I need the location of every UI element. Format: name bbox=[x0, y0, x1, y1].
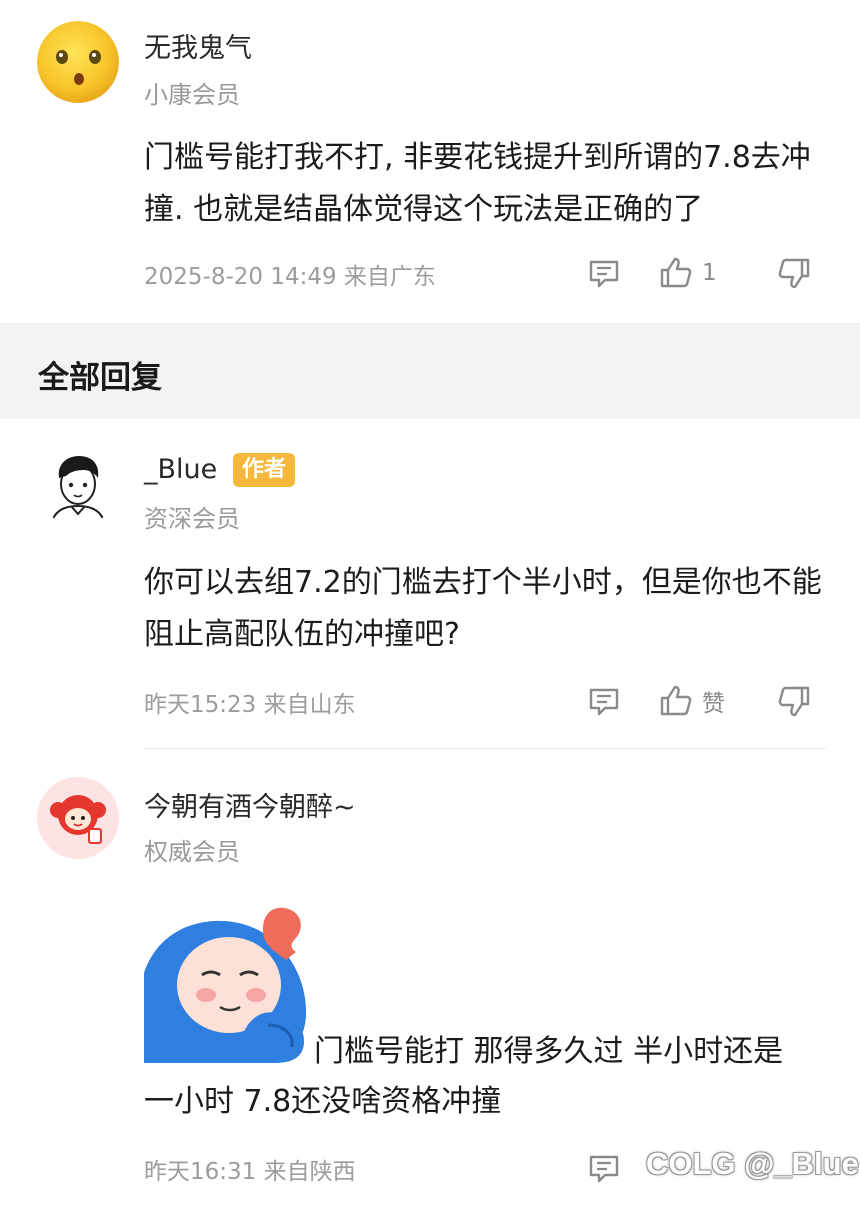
yellow-face-avatar-icon bbox=[37, 21, 119, 103]
comment-icon bbox=[589, 260, 619, 288]
username[interactable]: 无我鬼气 bbox=[144, 26, 252, 65]
reply-item: _Blue 作者 资深会员 你可以去组7.2的门槛去打个半小时，但是你也不能阻止… bbox=[0, 419, 860, 749]
member-rank: 资深会员 bbox=[144, 505, 240, 533]
comment-meta: 2025-8-20 14:49 来自广东 bbox=[144, 264, 436, 290]
thumbs-up-icon bbox=[660, 257, 692, 288]
like-button[interactable]: 赞 bbox=[658, 681, 725, 721]
comment-meta: 昨天15:23 来自山东 bbox=[144, 692, 356, 718]
thumbs-down-icon bbox=[778, 686, 810, 717]
dislike-button[interactable] bbox=[776, 253, 812, 293]
watermark: COLG @_Blue bbox=[646, 1146, 859, 1181]
thumbs-down-icon bbox=[778, 258, 810, 289]
member-rank: 小康会员 bbox=[144, 81, 240, 109]
username[interactable]: _Blue bbox=[144, 454, 217, 485]
cartoon-man-avatar-icon bbox=[50, 456, 106, 526]
user-avatar[interactable] bbox=[37, 21, 119, 103]
section-title: 全部回复 bbox=[38, 360, 162, 396]
reply-item: 今朝有酒今朝醉~ 权威会员 昨天16:31 来自陕西 bbox=[0, 749, 860, 1206]
dislike-button[interactable] bbox=[776, 681, 812, 721]
comment-icon bbox=[589, 688, 619, 716]
comment-actions: 1 bbox=[586, 253, 826, 293]
reply-button[interactable] bbox=[586, 1148, 622, 1188]
blue-hood-sticker-icon bbox=[144, 903, 312, 1063]
user-avatar[interactable] bbox=[37, 444, 119, 526]
top-comment: 无我鬼气 小康会员 门槛号能打我不打, 非要花钱提升到所谓的7.8去冲撞. 也就… bbox=[0, 0, 860, 323]
comment-content: 门槛号能打我不打, 非要花钱提升到所谓的7.8去冲撞. 也就是结晶体觉得这个玩法… bbox=[144, 140, 811, 227]
comment-icon bbox=[589, 1155, 619, 1183]
sticker-image[interactable] bbox=[144, 903, 312, 1063]
reply-button[interactable] bbox=[586, 253, 622, 293]
comment-content: 你可以去组7.2的门槛去打个半小时，但是你也不能阻止高配队伍的冲撞吧? bbox=[144, 565, 822, 652]
reply-button[interactable] bbox=[586, 681, 622, 721]
member-rank: 权威会员 bbox=[144, 838, 240, 866]
author-badge: 作者 bbox=[233, 453, 296, 487]
like-count: 1 bbox=[702, 260, 717, 286]
red-cartoon-avatar-icon bbox=[37, 777, 119, 859]
like-label: 赞 bbox=[702, 691, 725, 717]
comment-meta: 昨天16:31 来自陕西 bbox=[144, 1159, 356, 1185]
comment-content-line: 一小时 7.8还没啥资格冲撞 bbox=[144, 1084, 502, 1119]
thumbs-up-icon bbox=[660, 685, 692, 716]
like-button[interactable]: 1 bbox=[658, 253, 717, 293]
comment-content-line: 门槛号能打 那得多久过 半小时还是 bbox=[314, 1034, 784, 1069]
user-avatar[interactable] bbox=[37, 777, 119, 859]
username[interactable]: 今朝有酒今朝醉~ bbox=[144, 785, 356, 824]
comment-actions: 赞 bbox=[586, 681, 826, 721]
